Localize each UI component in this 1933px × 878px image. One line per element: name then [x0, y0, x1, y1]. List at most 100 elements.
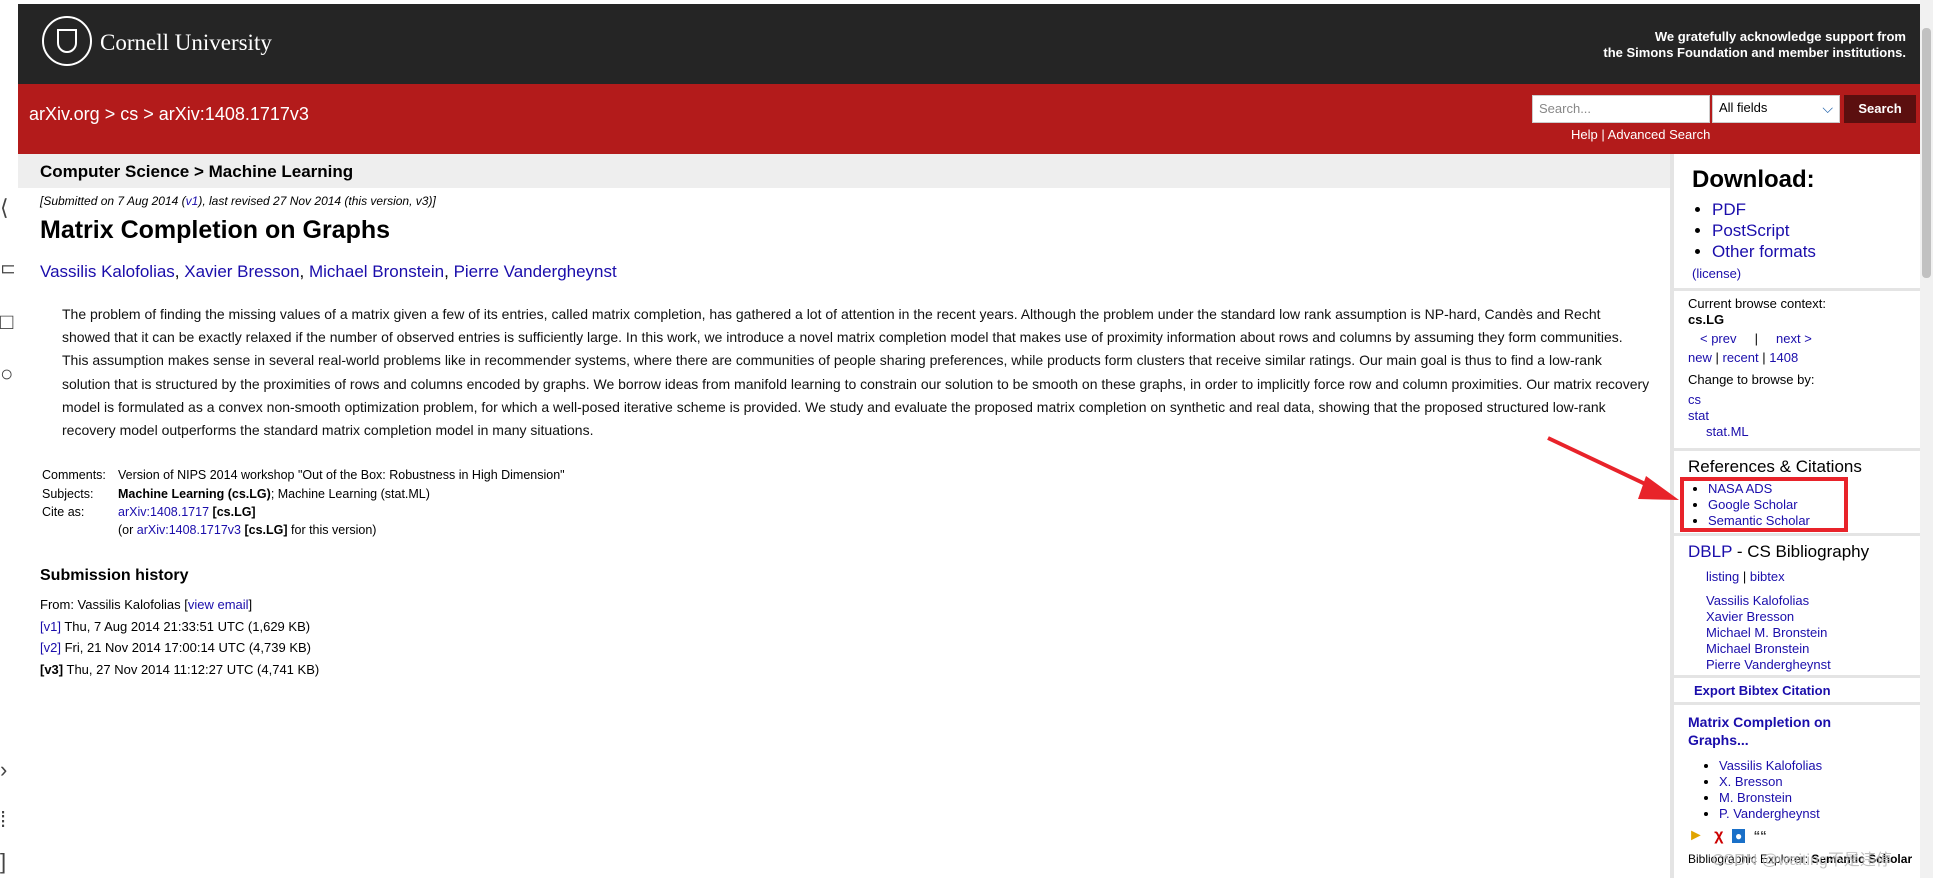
version-date: Thu, 7 Aug 2014 21:33:51 UTC (1,629 KB) — [64, 618, 311, 634]
site-header: Cornell University We gratefully acknowl… — [18, 4, 1920, 84]
related-author-link[interactable]: M. Bronstein — [1719, 790, 1792, 805]
version-link[interactable]: [v1] — [40, 619, 61, 634]
dblp-heading: DBLP - CS Bibliography — [1688, 542, 1869, 562]
toolbar-bracket-icon[interactable]: ] — [0, 850, 14, 874]
dblp-author-link[interactable]: Michael M. Bronstein — [1706, 625, 1827, 640]
browse-separator: | — [1754, 331, 1758, 346]
submission-history: From: Vassilis Kalofolias [view email] [… — [40, 594, 319, 680]
dblp-link[interactable]: DBLP — [1688, 542, 1732, 561]
cite-version-tag: [cs.LG] — [244, 523, 288, 537]
dblp-listing-links: listing | bibtex — [1706, 569, 1785, 584]
export-bibtex-link[interactable]: Export Bibtex Citation — [1694, 683, 1831, 698]
subjects-secondary: ; Machine Learning (stat.ML) — [270, 487, 430, 501]
reddit-icon[interactable]: ● — [1731, 829, 1746, 843]
version-date: Fri, 21 Nov 2014 17:00:14 UTC (4,739 KB) — [64, 640, 311, 655]
cornell-seal-icon[interactable] — [42, 16, 92, 66]
new-link[interactable]: new — [1688, 350, 1712, 365]
support-line-1: We gratefully acknowledge support from — [1654, 29, 1906, 44]
subjects-primary: Machine Learning (cs.LG) — [118, 487, 271, 501]
related-author-link[interactable]: X. Bresson — [1719, 774, 1783, 789]
mendeley-icon[interactable]: ► — [1688, 827, 1704, 844]
dblp-separator: | — [1742, 569, 1747, 584]
related-author-item: Vassilis Kalofolias — [1719, 758, 1822, 774]
related-author-item: X. Bresson — [1719, 774, 1822, 790]
related-author-link[interactable]: Vassilis Kalofolias — [1719, 758, 1822, 773]
toolbar-settings-icon[interactable]: ⁞ — [0, 808, 14, 832]
toolbar-glyph-icon[interactable]: ⟨ — [0, 196, 14, 220]
scrollbar-thumb[interactable] — [1922, 28, 1931, 278]
dblp-author-link[interactable]: Pierre Vandergheynst — [1706, 657, 1831, 672]
breadcrumb-separator: > — [143, 104, 154, 124]
cite-version-link[interactable]: arXiv:1408.1717v3 — [137, 523, 241, 537]
recent-link[interactable]: recent — [1723, 350, 1759, 365]
month-link[interactable]: 1408 — [1769, 350, 1798, 365]
tool-icons: ► χ ● ““ — [1688, 827, 1767, 845]
toolbar-doc-icon[interactable]: ▭ — [0, 256, 14, 280]
history-from-text: From: Vassilis Kalofolias [ — [40, 597, 188, 612]
dblp-author-link[interactable]: Vassilis Kalofolias — [1706, 593, 1809, 608]
nav-bar: arXiv.org > cs > arXiv:1408.1717v3 Searc… — [18, 84, 1920, 154]
download-ps-link[interactable]: PostScript — [1712, 221, 1789, 240]
version-link[interactable]: [v2] — [40, 640, 61, 655]
history-version: [v2] Fri, 21 Nov 2014 17:00:14 UTC (4,73… — [40, 637, 319, 659]
toolbar-circle-icon[interactable]: ○ — [0, 362, 14, 386]
download-pdf-link[interactable]: PDF — [1712, 200, 1746, 219]
breadcrumb-home-link[interactable]: arXiv.org — [29, 104, 100, 124]
toolbar-box-icon[interactable]: □ — [0, 310, 14, 334]
browse-stat-link[interactable]: stat — [1688, 408, 1709, 423]
search-button[interactable]: Search — [1844, 95, 1916, 123]
browse-statml-link[interactable]: stat.ML — [1706, 424, 1749, 439]
bibsonomy-icon[interactable]: χ — [1714, 827, 1723, 844]
related-author-item: M. Bronstein — [1719, 790, 1822, 806]
view-email-link[interactable]: view email — [188, 597, 249, 612]
browse-context-value: cs.LG — [1688, 312, 1725, 327]
cite-tag: [cs.LG] — [212, 505, 256, 519]
author-list: Vassilis Kalofolias, Xavier Bresson, Mic… — [40, 262, 617, 281]
history-from-end: ] — [248, 597, 253, 612]
author-link[interactable]: Michael Bronstein — [309, 262, 444, 281]
change-browse-label: Change to browse by: — [1688, 372, 1815, 387]
abstract-text: The problem of finding the missing value… — [62, 306, 1650, 439]
browse-separator: | — [1715, 350, 1719, 365]
author-link[interactable]: Pierre Vandergheynst — [454, 262, 617, 281]
dblp-listing-link[interactable]: listing — [1706, 569, 1739, 584]
breadcrumb-separator: > — [104, 104, 116, 124]
dblp-bibtex-link[interactable]: bibtex — [1750, 569, 1785, 584]
toolbar-arrow-icon[interactable]: › — [0, 758, 14, 782]
search-field-select[interactable]: All fields ⌵ — [1712, 95, 1840, 123]
author-link[interactable]: Vassilis Kalofolias — [40, 262, 175, 281]
support-line-2: the Simons Foundation and member institu… — [1603, 45, 1906, 60]
dblp-author-link[interactable]: Michael Bronstein — [1706, 641, 1809, 656]
download-box: Download: PDF PostScript Other formats (… — [1674, 154, 1920, 288]
related-author-link[interactable]: P. Vandergheynst — [1719, 806, 1820, 821]
subjects-value: Machine Learning (cs.LG); Machine Learni… — [118, 487, 430, 501]
prev-link[interactable]: < prev — [1700, 331, 1737, 346]
next-link[interactable]: next > — [1776, 331, 1812, 346]
dblp-author-link[interactable]: Xavier Bresson — [1706, 609, 1794, 624]
quote-icon[interactable]: ““ — [1754, 828, 1767, 843]
search-input[interactable]: Search... — [1532, 95, 1710, 123]
submitted-text: [Submitted on 7 Aug 2014 ( — [40, 194, 186, 208]
browse-context-label: Current browse context: — [1688, 296, 1827, 311]
submitted-v1-link[interactable]: v1 — [186, 194, 199, 208]
subject-header-text: Computer Science > Machine Learning — [40, 162, 354, 181]
help-link[interactable]: Help — [1571, 127, 1598, 142]
cornell-logo-text[interactable]: Cornell University — [100, 30, 272, 56]
browser-side-toolbar: ⟨ ▭ □ ○ › ⁞ ] — [0, 0, 18, 878]
license-link[interactable]: (license) — [1692, 266, 1741, 281]
history-from: From: Vassilis Kalofolias [view email] — [40, 594, 319, 616]
cite-link[interactable]: arXiv:1408.1717 — [118, 505, 209, 519]
browse-new-recent: new | recent | 1408 — [1688, 350, 1798, 365]
dblp-author-list: Vassilis Kalofolias Xavier Bresson Micha… — [1706, 593, 1831, 673]
related-title-link[interactable]: Matrix Completion on Graphs... — [1688, 713, 1863, 749]
browse-cs-link[interactable]: cs — [1688, 392, 1701, 407]
submitted-text-end: ), last revised 27 Nov 2014 (this versio… — [198, 194, 436, 208]
download-other-link[interactable]: Other formats — [1712, 242, 1816, 261]
download-list: PDF PostScript Other formats — [1692, 199, 1816, 262]
help-links: Help | Advanced Search — [1571, 127, 1710, 142]
advanced-search-link[interactable]: Advanced Search — [1608, 127, 1711, 142]
annotation-highlight-box — [1680, 477, 1848, 532]
author-link[interactable]: Xavier Bresson — [184, 262, 299, 281]
related-author-list: Vassilis Kalofolias X. Bresson M. Bronst… — [1699, 758, 1822, 822]
breadcrumb-cs-link[interactable]: cs — [120, 104, 138, 124]
